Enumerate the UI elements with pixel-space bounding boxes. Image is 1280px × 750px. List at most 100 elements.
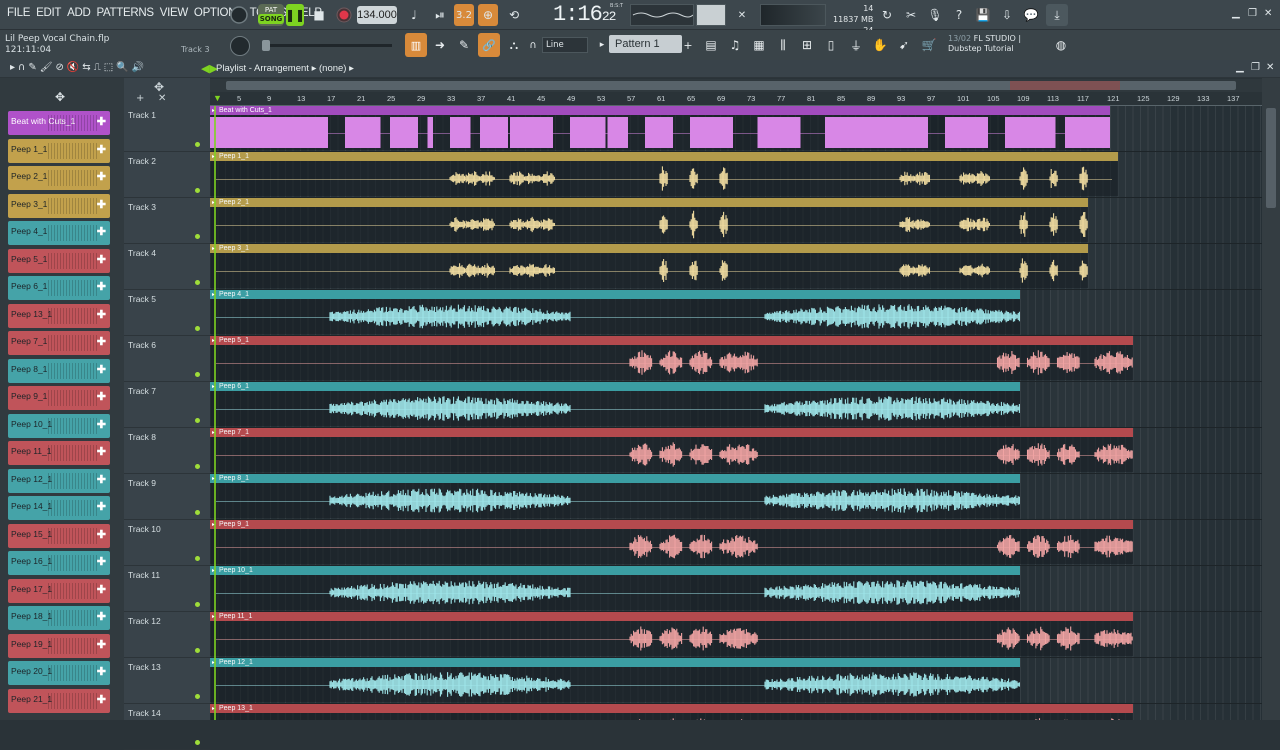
pattern-prev-icon[interactable]: ▸ — [596, 33, 608, 57]
channel-add-icon[interactable]: ✚ — [97, 693, 106, 706]
tempo-tapper-icon[interactable]: ➹ — [893, 33, 915, 57]
link-icon[interactable]: 🔗 — [478, 33, 500, 57]
track-header[interactable]: Track 5 — [124, 290, 210, 336]
channel-add-icon[interactable]: ✚ — [97, 225, 106, 238]
tempo-display[interactable]: 134.000 — [357, 6, 397, 24]
track-lane[interactable]: Peep 3_1▸ — [210, 244, 1262, 290]
clip-header[interactable]: Peep 6_1 — [210, 382, 1020, 391]
clip-header[interactable]: Peep 12_1 — [210, 658, 1020, 667]
touch-keyboard-icon[interactable]: ✋ — [869, 33, 891, 57]
audio-clip[interactable]: Peep 5_1▸ — [210, 336, 1133, 380]
track-lane[interactable]: Beat with Cuts_1▸ — [210, 106, 1262, 152]
channel-item[interactable]: Peep 8_1✚ — [8, 359, 110, 383]
audio-clip[interactable]: Peep 3_1▸ — [210, 244, 1088, 288]
undo-icon[interactable]: ↻ — [877, 4, 897, 26]
browser-icon[interactable]: ⊞ — [796, 33, 818, 57]
play-arrow-icon[interactable]: ▸ — [10, 62, 15, 73]
pattern-selector[interactable]: Pattern 1 — [609, 35, 682, 53]
timeline-ruler[interactable]: ▼ 59131721252933374145495357616569737781… — [210, 92, 1262, 106]
arrow-right-icon[interactable]: ➜ — [429, 33, 451, 57]
select-icon[interactable]: ⬚ — [104, 62, 113, 73]
track-lane[interactable]: Peep 9_1▸ — [210, 520, 1262, 566]
pat-song-toggle[interactable]: PAT SONG — [258, 4, 284, 26]
track-lane[interactable]: Peep 5_1▸ — [210, 336, 1262, 382]
channel-item[interactable]: Peep 5_1✚ — [8, 249, 110, 273]
delete-icon[interactable]: ⊘ — [55, 62, 63, 73]
channel-item[interactable]: Peep 7_1✚ — [8, 331, 110, 355]
track-active-led-icon[interactable] — [195, 188, 200, 193]
pause-button[interactable]: ❚❚ — [286, 4, 304, 26]
audio-clip[interactable]: Peep 8_1▸ — [210, 474, 1020, 518]
vertical-scrollbar[interactable] — [1262, 78, 1280, 720]
track-active-led-icon[interactable] — [195, 740, 200, 745]
plugin-database-icon[interactable]: ▯ — [820, 33, 842, 57]
track-active-led-icon[interactable] — [195, 326, 200, 331]
clip-header[interactable]: Peep 13_1 — [210, 704, 1133, 713]
channel-add-icon[interactable]: ✚ — [97, 335, 106, 348]
channel-item[interactable]: Peep 13_1✚ — [8, 304, 110, 328]
pencil-icon[interactable]: ✎ — [28, 62, 36, 73]
channel-add-icon[interactable]: ✚ — [97, 445, 106, 458]
microphone-icon[interactable]: 🎙 — [925, 4, 945, 26]
channel-add-icon[interactable]: ✚ — [97, 638, 106, 651]
clip-header[interactable]: Peep 2_1 — [210, 198, 1088, 207]
slice-icon[interactable]: ⎍ — [94, 62, 101, 73]
track-header[interactable]: Track 10 — [124, 520, 210, 566]
track-header[interactable]: Track 1 — [124, 106, 210, 152]
channel-add-icon[interactable]: ✚ — [97, 170, 106, 183]
close-icon[interactable]: ✕ — [1264, 8, 1272, 19]
channel-rack-icon[interactable]: ▦ — [748, 33, 770, 57]
audio-clip[interactable]: Peep 9_1▸ — [210, 520, 1133, 564]
audio-clip[interactable]: Peep 2_1▸ — [210, 198, 1088, 242]
playlist-breadcrumb[interactable]: (none) — [319, 63, 346, 74]
zoom-icon[interactable]: 🔍 — [116, 62, 128, 73]
add-track-icon[interactable]: + — [136, 93, 144, 104]
track-active-led-icon[interactable] — [195, 372, 200, 377]
channel-add-icon[interactable]: ✚ — [97, 308, 106, 321]
wait-for-input-icon[interactable]: ⏯ — [430, 4, 450, 26]
channel-add-icon[interactable]: ✚ — [97, 253, 106, 266]
track-lane[interactable]: Peep 1_1▸ — [210, 152, 1262, 198]
channel-item[interactable]: Peep 10_1✚ — [8, 414, 110, 438]
audio-clip[interactable]: Beat with Cuts_1▸ — [210, 106, 1110, 150]
channel-item[interactable]: Peep 1_1✚ — [8, 139, 110, 163]
clip-header[interactable]: Peep 7_1 — [210, 428, 1133, 437]
track-lane[interactable]: Peep 7_1▸ — [210, 428, 1262, 474]
track-header[interactable]: Track 6 — [124, 336, 210, 382]
channel-item[interactable]: Beat with Cuts_1✚ — [8, 111, 110, 135]
channel-add-icon[interactable]: ✚ — [97, 528, 106, 541]
track-active-led-icon[interactable] — [195, 648, 200, 653]
slider-handle[interactable] — [262, 40, 270, 51]
record-button[interactable] — [334, 4, 354, 26]
cut-icon[interactable]: ✂ — [901, 4, 921, 26]
track-active-led-icon[interactable] — [195, 280, 200, 285]
channel-item[interactable]: Peep 6_1✚ — [8, 276, 110, 300]
move-icon[interactable]: ✥ — [154, 80, 164, 94]
track-active-led-icon[interactable] — [195, 234, 200, 239]
help-icon[interactable]: ? — [949, 4, 969, 26]
picker-header-icon[interactable]: ✥ — [6, 88, 114, 106]
track-header[interactable]: Track 13 — [124, 658, 210, 704]
channel-add-icon[interactable]: ✚ — [97, 500, 106, 513]
clip-header[interactable]: Peep 4_1 — [210, 290, 1020, 299]
channel-item[interactable]: Peep 18_1✚ — [8, 606, 110, 630]
clip-header[interactable]: Peep 10_1 — [210, 566, 1020, 575]
chat-icon[interactable]: 💬 — [1021, 4, 1041, 26]
channel-add-icon[interactable]: ✚ — [97, 473, 106, 486]
channel-add-icon[interactable]: ✚ — [97, 390, 106, 403]
channel-add-icon[interactable]: ✚ — [97, 363, 106, 376]
track-header[interactable]: Track 8 — [124, 428, 210, 474]
piano-roll-window-icon[interactable]: ♫ — [724, 33, 746, 57]
track-lane[interactable]: Peep 6_1▸ — [210, 382, 1262, 428]
audio-clip[interactable]: Peep 7_1▸ — [210, 428, 1133, 472]
menu-edit[interactable]: EDIT — [33, 7, 64, 19]
playlist-restore-icon[interactable]: ❐ — [1251, 62, 1260, 73]
countdown-icon[interactable]: 3.2 — [454, 4, 474, 26]
channel-item[interactable]: Peep 12_1✚ — [8, 469, 110, 493]
playlist-minimize-icon[interactable]: ▁ — [1236, 62, 1244, 73]
channel-item[interactable]: Peep 21_1✚ — [8, 689, 110, 713]
blend-recording-icon[interactable]: ⊕ — [478, 4, 498, 26]
slip-icon[interactable]: ⇆ — [82, 62, 90, 73]
news-panel[interactable]: 13/02 FL STUDIO | Dubstep Tutorial — [948, 34, 1021, 54]
channel-add-icon[interactable]: ✚ — [97, 583, 106, 596]
